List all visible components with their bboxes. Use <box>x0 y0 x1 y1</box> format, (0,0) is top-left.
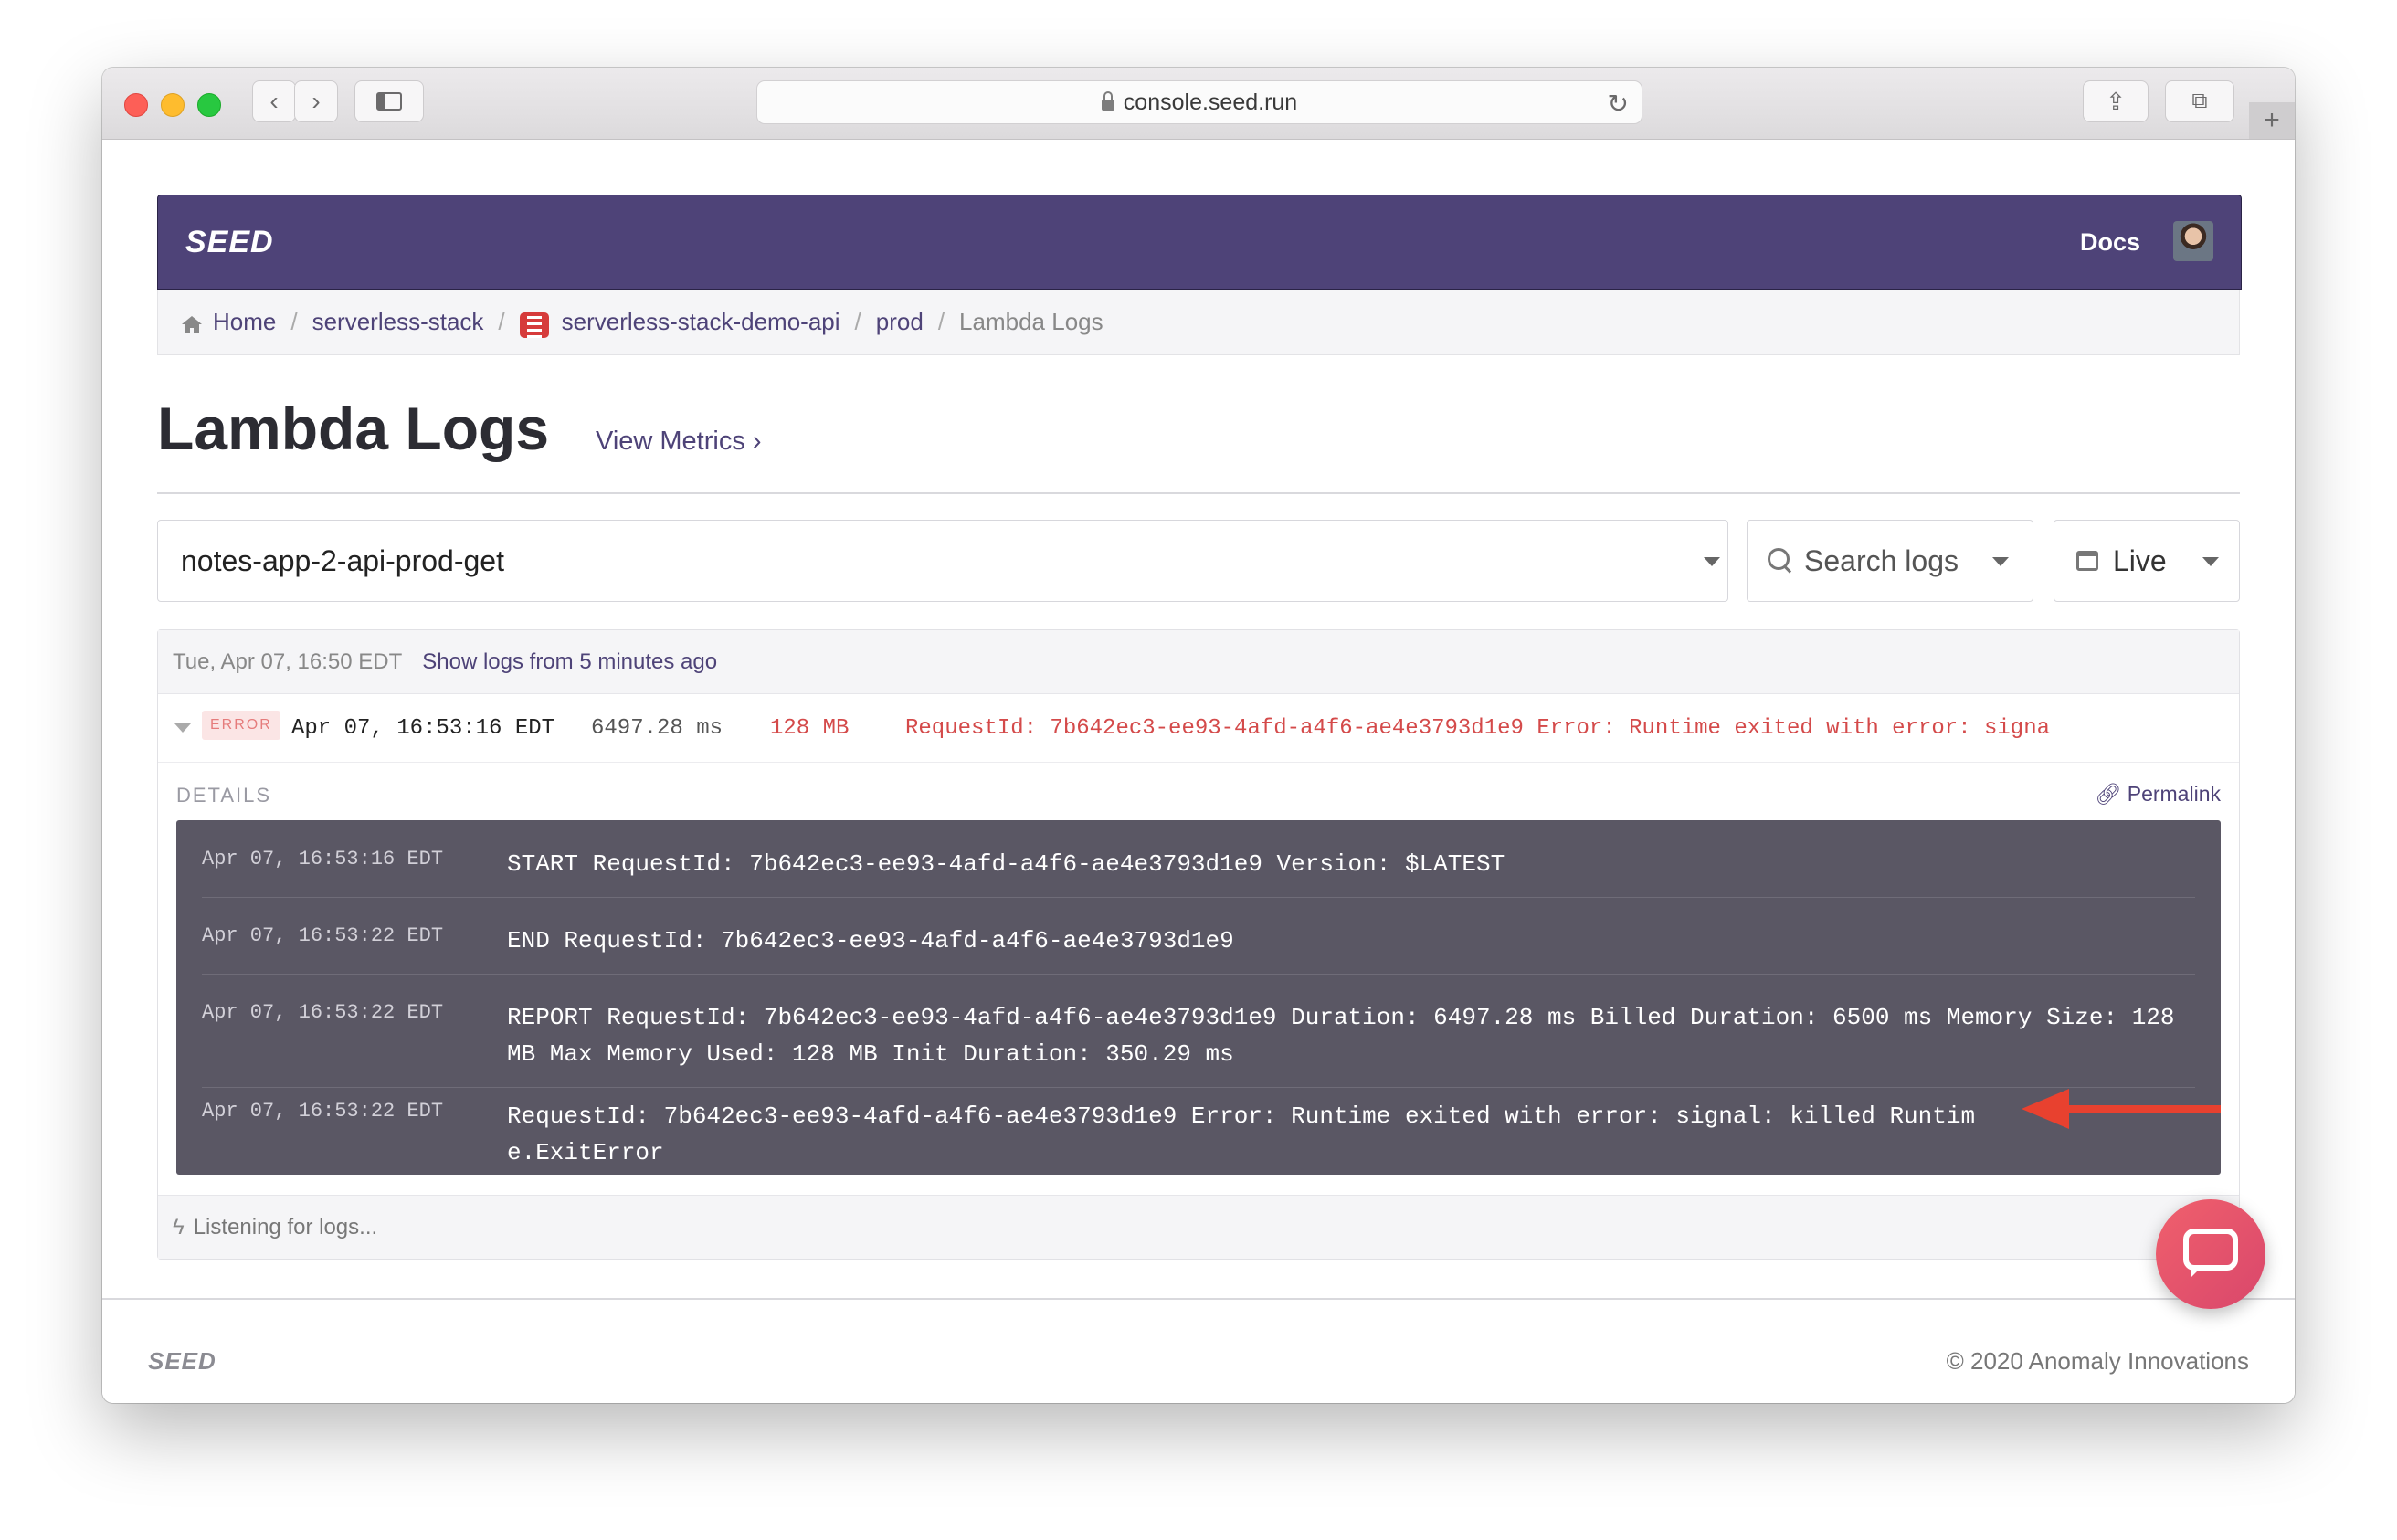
view-metrics-link[interactable]: View Metrics › <box>596 427 762 457</box>
bolt-icon: ϟ <box>173 1214 185 1239</box>
log-details-console: Apr 07, 16:53:16 EDT START RequestId: 7b… <box>176 820 2221 1175</box>
tabs-icon: ⧉ <box>2191 89 2208 113</box>
tabs-overview-button[interactable]: ⧉ <box>2165 80 2234 122</box>
minimize-window-button[interactable] <box>161 93 185 117</box>
chevron-down-icon <box>1992 557 2009 566</box>
show-earlier-logs-link[interactable]: Show logs from 5 minutes ago <box>422 649 717 675</box>
time-range-dropdown[interactable]: Live <box>2054 520 2240 602</box>
search-logs-dropdown[interactable]: Search logs <box>1747 520 2033 602</box>
listening-status: Listening for logs... <box>193 1214 378 1239</box>
log-start-timestamp: Tue, Apr 07, 16:50 EDT <box>173 649 403 674</box>
address-bar[interactable]: console.seed.run ↻ <box>756 80 1642 124</box>
log-line: Apr 07, 16:53:22 EDT RequestId: 7b642ec3… <box>202 1100 2195 1173</box>
close-window-button[interactable] <box>124 93 148 117</box>
log-line-message: START RequestId: 7b642ec3-ee93-4afd-a4f6… <box>507 850 1505 878</box>
calendar-icon <box>2076 551 2098 571</box>
log-line: Apr 07, 16:53:22 EDT END RequestId: 7b64… <box>202 924 2195 975</box>
sidebar-icon <box>376 92 402 111</box>
error-badge: ERROR <box>202 711 280 740</box>
annotation-arrow-icon <box>2022 1089 2221 1129</box>
breadcrumb-current: Lambda Logs <box>959 308 1103 335</box>
share-icon: ⇪ <box>2106 87 2126 115</box>
new-tab-button[interactable]: + <box>2249 102 2295 139</box>
log-panel: Tue, Apr 07, 16:50 EDT Show logs from 5 … <box>157 629 2240 1260</box>
log-line-message: RequestId: 7b642ec3-ee93-4afd-a4f6-ae4e3… <box>507 1102 1976 1166</box>
breadcrumb-separator: / <box>937 308 945 335</box>
breadcrumb-separator: / <box>290 308 298 335</box>
top-navbar: SEED Docs <box>157 195 2242 290</box>
chevron-down-icon <box>1704 557 1720 566</box>
log-line-timestamp: Apr 07, 16:53:16 EDT <box>202 848 444 870</box>
permalink-link[interactable]: 🔗︎ Permalink <box>2095 782 2221 807</box>
log-line-timestamp: Apr 07, 16:53:22 EDT <box>202 924 444 947</box>
log-entry-row[interactable]: ERROR Apr 07, 16:53:16 EDT 6497.28 ms 12… <box>158 694 2239 763</box>
seed-logo[interactable]: SEED <box>185 225 274 260</box>
chevron-left-icon: ‹ <box>269 87 279 115</box>
chevron-right-icon: › <box>312 87 321 115</box>
time-range-value: Live <box>2113 543 2167 577</box>
sidebar-toggle-button[interactable] <box>354 80 424 122</box>
docs-link[interactable]: Docs <box>2080 228 2140 257</box>
chat-bubble-tail-icon <box>2191 1267 2202 1278</box>
user-avatar[interactable] <box>2173 221 2213 261</box>
page-title: Lambda Logs <box>157 395 550 462</box>
search-icon <box>1768 548 1790 570</box>
chat-bubble-icon <box>2183 1229 2238 1271</box>
footer-seed-logo[interactable]: SEED <box>148 1347 216 1376</box>
log-line: Apr 07, 16:53:16 EDT START RequestId: 7b… <box>202 848 2195 898</box>
function-select-value: notes-app-2-api-prod-get <box>181 543 504 577</box>
footer-divider <box>102 1298 2295 1300</box>
breadcrumb-separator: / <box>498 308 505 335</box>
breadcrumb-org[interactable]: serverless-stack <box>312 308 484 336</box>
zoom-window-button[interactable] <box>197 93 221 117</box>
log-entry-memory: 128 MB <box>770 716 850 741</box>
home-icon <box>182 315 202 333</box>
breadcrumb-home[interactable]: Home <box>213 308 276 336</box>
breadcrumb-stage[interactable]: prod <box>876 308 924 336</box>
url-text: console.seed.run <box>1123 89 1298 115</box>
details-label: DETAILS <box>176 784 272 807</box>
breadcrumb-separator: / <box>854 308 861 335</box>
log-entry-timestamp: Apr 07, 16:53:16 EDT <box>291 716 555 741</box>
share-button[interactable]: ⇪ <box>2083 80 2149 122</box>
log-panel-header: Tue, Apr 07, 16:50 EDT Show logs from 5 … <box>158 630 2239 694</box>
lock-icon <box>1101 91 1114 111</box>
search-logs-label: Search logs <box>1804 543 1959 577</box>
breadcrumb: Home / serverless-stack / serverless-sta… <box>157 290 2240 355</box>
log-line: Apr 07, 16:53:22 EDT REPORT RequestId: 7… <box>202 1001 2195 1088</box>
app-icon <box>519 311 549 338</box>
log-panel-footer: ϟ Listening for logs... <box>158 1195 2239 1259</box>
title-divider <box>157 492 2240 494</box>
log-line-message: END RequestId: 7b642ec3-ee93-4afd-a4f6-a… <box>507 927 1234 955</box>
copyright-text: © 2020 Anomaly Innovations <box>1946 1347 2249 1375</box>
browser-window: ‹ › console.seed.run ↻ ⇪ ⧉ + SEED Docs H… <box>102 68 2295 1403</box>
log-line-timestamp: Apr 07, 16:53:22 EDT <box>202 1100 444 1123</box>
log-line-timestamp: Apr 07, 16:53:22 EDT <box>202 1001 444 1024</box>
log-entry-duration: 6497.28 ms <box>591 716 723 741</box>
forward-button[interactable]: › <box>294 80 338 122</box>
reload-icon[interactable]: ↻ <box>1608 89 1629 119</box>
function-select[interactable]: notes-app-2-api-prod-get <box>157 520 1728 602</box>
browser-titlebar: ‹ › console.seed.run ↻ ⇪ ⧉ + <box>102 68 2295 140</box>
log-entry-message: RequestId: 7b642ec3-ee93-4afd-a4f6-ae4e3… <box>905 716 2051 741</box>
collapse-triangle-icon[interactable] <box>174 723 191 733</box>
back-button[interactable]: ‹ <box>252 80 296 122</box>
page-content: SEED Docs Home / serverless-stack / serv… <box>102 140 2295 1403</box>
chevron-down-icon <box>2202 557 2219 566</box>
log-line-message: REPORT RequestId: 7b642ec3-ee93-4afd-a4f… <box>507 1004 2175 1068</box>
link-icon: 🔗︎ <box>2095 782 2122 806</box>
chat-widget-button[interactable] <box>2156 1199 2265 1309</box>
breadcrumb-app[interactable]: serverless-stack-demo-api <box>562 308 840 336</box>
permalink-label: Permalink <box>2127 782 2221 806</box>
